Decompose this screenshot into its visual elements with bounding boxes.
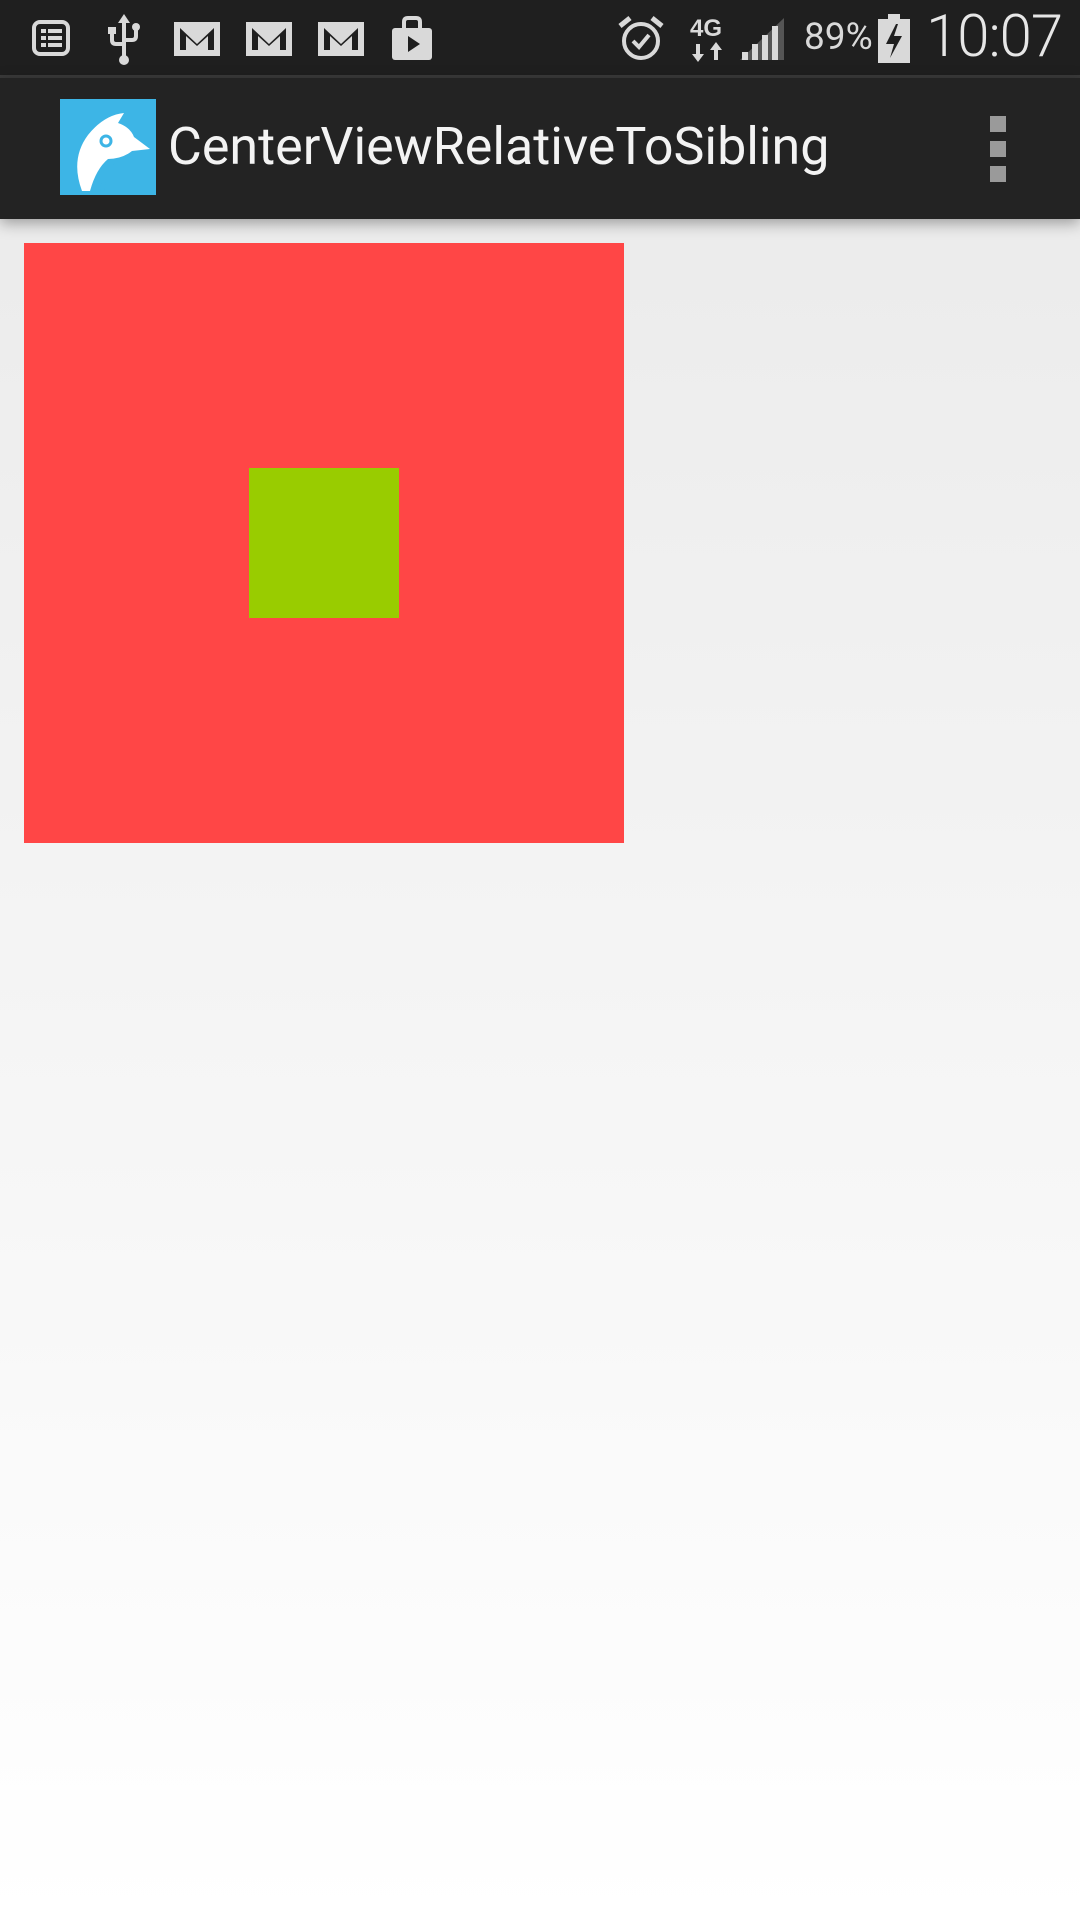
alarm-icon (616, 14, 666, 62)
gmail-icon (244, 14, 294, 62)
usb-icon (104, 14, 144, 65)
centered-green-view (249, 468, 399, 618)
signal-icon (738, 14, 788, 62)
4g-data-icon: 4G (688, 14, 732, 62)
task-list-icon (30, 14, 74, 62)
svg-text:4G: 4G (690, 15, 722, 42)
status-clock: 10:07 (926, 3, 1063, 71)
bird-app-icon[interactable] (60, 99, 156, 195)
battery-charging-icon (876, 14, 912, 63)
battery-percentage: 89% (804, 16, 873, 59)
action-bar: CenterViewRelativeToSibling (0, 78, 1080, 219)
briefcase-icon (388, 14, 436, 62)
status-bar: 4G 89% 10:07 (0, 0, 1080, 78)
gmail-icon (316, 14, 366, 62)
app-title: CenterViewRelativeToSibling (168, 116, 830, 177)
gmail-icon (172, 14, 222, 62)
overflow-menu-icon[interactable] (976, 114, 1020, 184)
